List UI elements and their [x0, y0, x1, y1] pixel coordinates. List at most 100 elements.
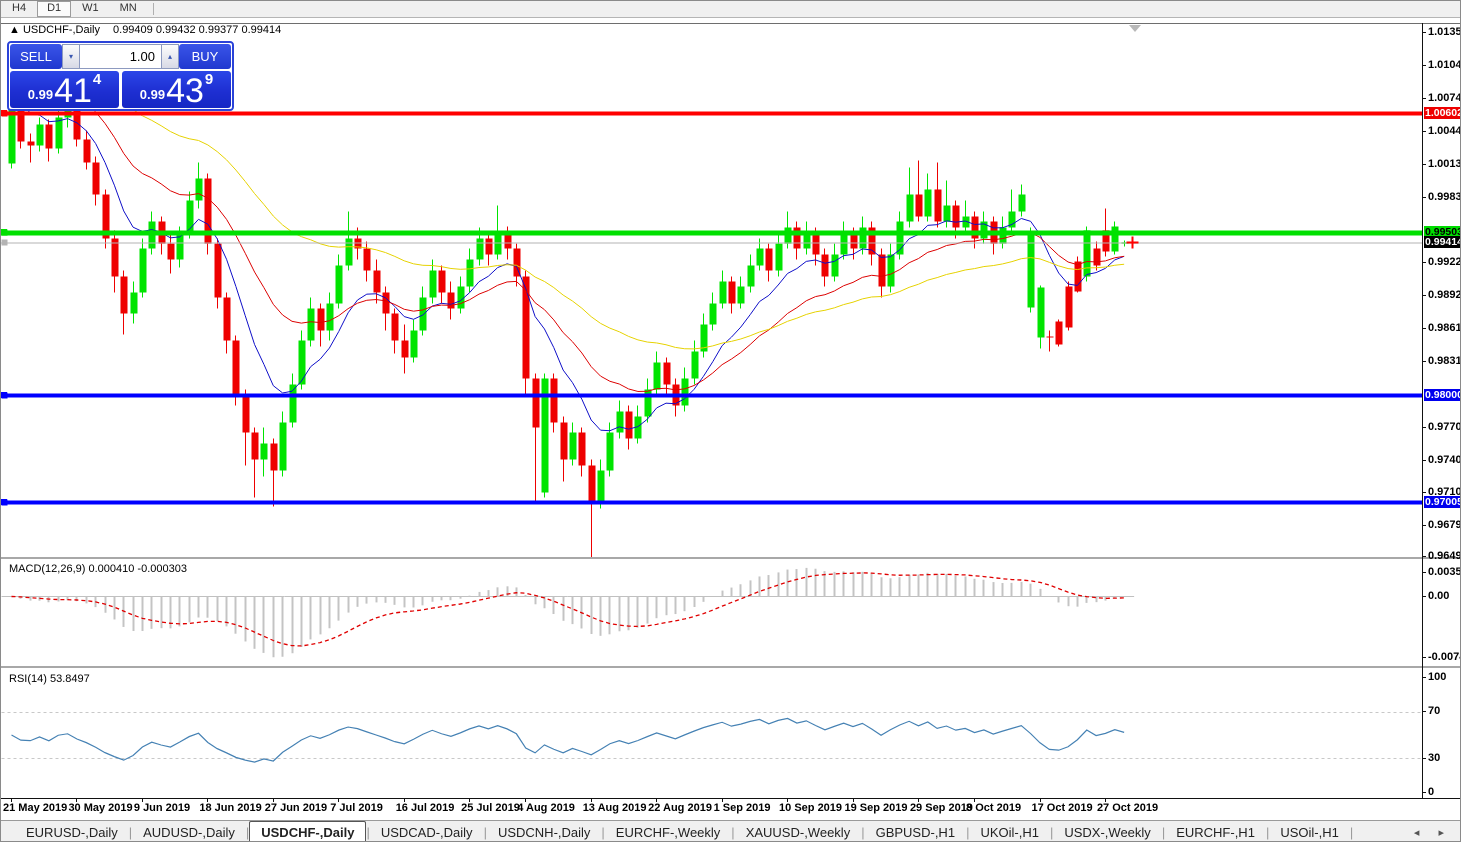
price-axis-label: 0.98615 [1428, 322, 1461, 334]
hline-handle[interactable] [1, 499, 7, 505]
price-axis-tick [1422, 556, 1426, 557]
chart-shift-marker-icon[interactable] [1129, 25, 1141, 32]
tab-separator: | [1350, 825, 1353, 840]
date-label: 27 Oct 2019 [1097, 802, 1158, 814]
date-label: 21 May 2019 [3, 802, 67, 814]
tab-usdcad-daily[interactable]: USDCAD-,Daily [370, 823, 484, 842]
sell-price-prefix: 0.99 [28, 87, 53, 102]
date-label: 19 Sep 2019 [845, 802, 908, 814]
price-axis-label: 1.01350 [1428, 26, 1461, 38]
timeframe-button-h4[interactable]: H4 [2, 1, 36, 17]
price-axis-tick [1422, 492, 1426, 493]
macd-name: MACD(12,26,9) [9, 563, 85, 575]
macd-panel-canvas[interactable] [1, 559, 1422, 667]
hline-handle[interactable] [1, 110, 7, 116]
date-label: 9 Jun 2019 [134, 802, 190, 814]
sell-price-display[interactable]: 0.99 41 4 [10, 71, 119, 108]
rsi-axis-label: 70 [1428, 705, 1440, 717]
tab-usdx-weekly[interactable]: USDX-,Weekly [1053, 823, 1161, 842]
price-axis-label: 0.96795 [1428, 519, 1461, 531]
timeframe-button-d1[interactable]: D1 [37, 1, 71, 17]
price-axis-tick [1422, 328, 1426, 329]
macd-label: MACD(12,26,9) 0.000410 -0.000303 [9, 563, 187, 575]
price-level-label: 0.97005 [1424, 496, 1461, 508]
price-level-label: 0.98000 [1424, 389, 1461, 401]
date-label: 8 Oct 2019 [966, 802, 1021, 814]
volume-decrease-button[interactable]: ▾ [62, 44, 80, 69]
tab-scroll-arrows[interactable]: ◂ ▸ [1414, 826, 1452, 839]
price-axis-tick [1422, 164, 1426, 165]
tab-gbpusd-h1[interactable]: GBPUSD-,H1 [865, 823, 966, 842]
rsi-pane-separator[interactable] [1, 666, 1461, 669]
price-axis-tick [1422, 98, 1426, 99]
buy-price-prefix: 0.99 [140, 87, 165, 102]
price-axis-label: 1.01045 [1428, 59, 1461, 71]
rsi-label: RSI(14) 53.8497 [9, 673, 90, 685]
rsi-axis-tick [1422, 711, 1426, 712]
price-axis-label: 0.97400 [1428, 454, 1461, 466]
date-label: 1 Sep 2019 [714, 802, 771, 814]
volume-increase-button[interactable]: ▴ [161, 44, 179, 69]
price-axis-line [1422, 23, 1423, 798]
rsi-axis-label: 30 [1428, 752, 1440, 764]
date-label: 16 Jul 2019 [396, 802, 455, 814]
timeframe-toolbar: H4D1W1MN [1, 1, 1461, 18]
tab-ukoil-h1[interactable]: UKOil-,H1 [969, 823, 1050, 842]
price-axis-tick [1422, 427, 1426, 428]
price-axis-tick [1422, 65, 1426, 66]
price-axis-label: 1.00740 [1428, 92, 1461, 104]
sell-price-big: 41 [54, 76, 92, 106]
rsi-axis-label: 100 [1428, 671, 1446, 683]
tab-audusd-daily[interactable]: AUDUSD-,Daily [132, 823, 246, 842]
date-label: 18 Jun 2019 [199, 802, 261, 814]
buy-price-sup: 9 [205, 71, 213, 88]
tab-usdchf-daily[interactable]: USDCHF-,Daily [249, 821, 366, 842]
timeframe-button-w1[interactable]: W1 [72, 1, 109, 17]
tab-eurchf-weekly[interactable]: EURCHF-,Weekly [605, 823, 732, 842]
time-axis-line [1, 798, 1461, 799]
price-axis-label: 0.99225 [1428, 256, 1461, 268]
toolbar-separator [153, 3, 154, 15]
rsi-axis-label: 0 [1428, 786, 1434, 798]
price-axis-label: 0.99830 [1428, 191, 1461, 203]
price-axis-label: 0.98920 [1428, 289, 1461, 301]
date-label: 10 Sep 2019 [779, 802, 842, 814]
price-level-label: 1.00602 [1424, 107, 1461, 119]
tab-usdcnh-daily[interactable]: USDCNH-,Daily [487, 823, 601, 842]
date-label: 27 Jun 2019 [265, 802, 327, 814]
terminal-window: H4D1W1MN ▲ USDCHF-,Daily 0.99409 0.99432… [0, 0, 1461, 842]
rsi-panel-canvas[interactable] [1, 669, 1422, 798]
price-axis-tick [1422, 295, 1426, 296]
price-axis-tick [1422, 131, 1426, 132]
volume-input[interactable]: 1.00 [80, 44, 161, 69]
rsi-axis-tick [1422, 758, 1426, 759]
tab-eurchf-h1[interactable]: EURCHF-,H1 [1165, 823, 1266, 842]
rsi-axis-tick [1422, 792, 1426, 793]
tab-xauusd-weekly[interactable]: XAUUSD-,Weekly [735, 823, 862, 842]
macd-axis-tick [1422, 657, 1426, 658]
date-label: 13 Aug 2019 [583, 802, 647, 814]
macd-axis-label: 0.003574 [1428, 566, 1461, 578]
buy-button[interactable]: BUY [179, 44, 231, 69]
price-axis-label: 0.98315 [1428, 355, 1461, 367]
date-label: 29 Sep 2019 [910, 802, 973, 814]
date-label: 4 Aug 2019 [517, 802, 575, 814]
buy-price-display[interactable]: 0.99 43 9 [122, 71, 231, 108]
timeframe-button-mn[interactable]: MN [110, 1, 147, 17]
sell-button[interactable]: SELL [10, 44, 62, 69]
price-axis-tick [1422, 361, 1426, 362]
price-axis-label: 0.97705 [1428, 421, 1461, 433]
price-axis-tick [1422, 460, 1426, 461]
tab-usoil-h1[interactable]: USOil-,H1 [1269, 823, 1350, 842]
date-label: 30 May 2019 [68, 802, 132, 814]
rsi-name: RSI(14) [9, 673, 47, 685]
hline-handle[interactable] [1, 392, 7, 398]
price-axis-label: 1.00135 [1428, 158, 1461, 170]
price-level-label: 0.99414 [1424, 236, 1461, 248]
date-label: 25 Jul 2019 [461, 802, 520, 814]
tab-eurusd-daily[interactable]: EURUSD-,Daily [15, 823, 129, 842]
date-label: 17 Oct 2019 [1032, 802, 1093, 814]
macd-pane-separator[interactable] [1, 557, 1461, 560]
hline-handle[interactable] [1, 229, 7, 235]
macd-axis-tick [1422, 572, 1426, 573]
